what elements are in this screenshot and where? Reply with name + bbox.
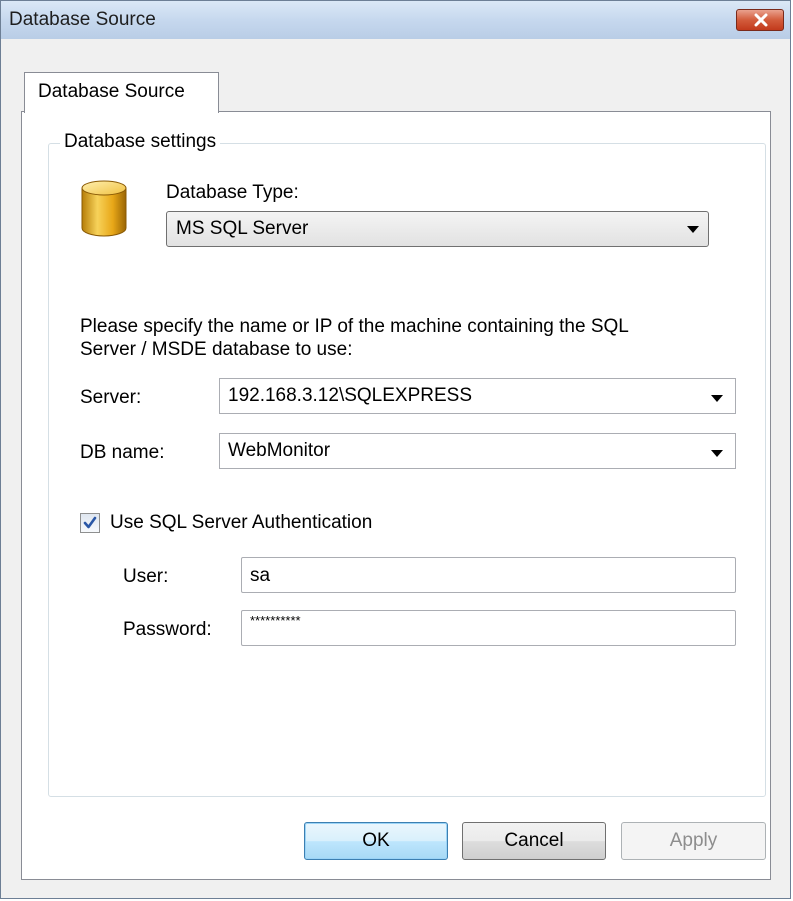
close-button[interactable] xyxy=(736,9,784,31)
user-input[interactable]: sa xyxy=(241,557,736,593)
close-icon xyxy=(754,13,768,27)
chevron-down-icon[interactable] xyxy=(711,395,723,402)
tab-database-source[interactable]: Database Source xyxy=(24,72,219,113)
password-value: ********** xyxy=(250,613,301,628)
sql-auth-checkbox[interactable] xyxy=(80,513,100,533)
server-value: 192.168.3.12\SQLEXPRESS xyxy=(228,385,472,406)
dbname-value: WebMonitor xyxy=(228,440,331,461)
dbname-combobox[interactable]: WebMonitor xyxy=(219,433,736,469)
server-label: Server: xyxy=(80,387,142,408)
sql-auth-checkbox-label[interactable]: Use SQL Server Authentication xyxy=(110,512,372,534)
instructions-line-2: Server / MSDE database to use: xyxy=(80,339,353,360)
ok-button[interactable]: OK xyxy=(304,822,448,860)
dbname-label: DB name: xyxy=(80,442,165,463)
tab-label: Database Source xyxy=(38,81,185,102)
chevron-down-icon xyxy=(687,226,699,233)
database-icon xyxy=(81,180,127,237)
password-label: Password: xyxy=(123,619,212,640)
group-title: Database settings xyxy=(60,131,221,153)
cancel-button[interactable]: Cancel xyxy=(462,822,606,860)
database-type-value: MS SQL Server xyxy=(176,218,309,239)
chevron-down-icon[interactable] xyxy=(711,450,723,457)
user-label: User: xyxy=(123,566,169,587)
database-type-label: Database Type: xyxy=(166,182,299,203)
instructions-line-1: Please specify the name or IP of the mac… xyxy=(80,316,629,337)
window-title: Database Source xyxy=(9,9,156,30)
apply-button[interactable]: Apply xyxy=(621,822,766,860)
password-input[interactable]: ********** xyxy=(241,610,736,646)
checkmark-icon xyxy=(83,516,97,529)
database-type-select[interactable]: MS SQL Server xyxy=(166,211,709,247)
user-value: sa xyxy=(250,565,271,586)
title-bar[interactable]: Database Source xyxy=(1,1,790,39)
server-combobox[interactable]: 192.168.3.12\SQLEXPRESS xyxy=(219,378,736,414)
